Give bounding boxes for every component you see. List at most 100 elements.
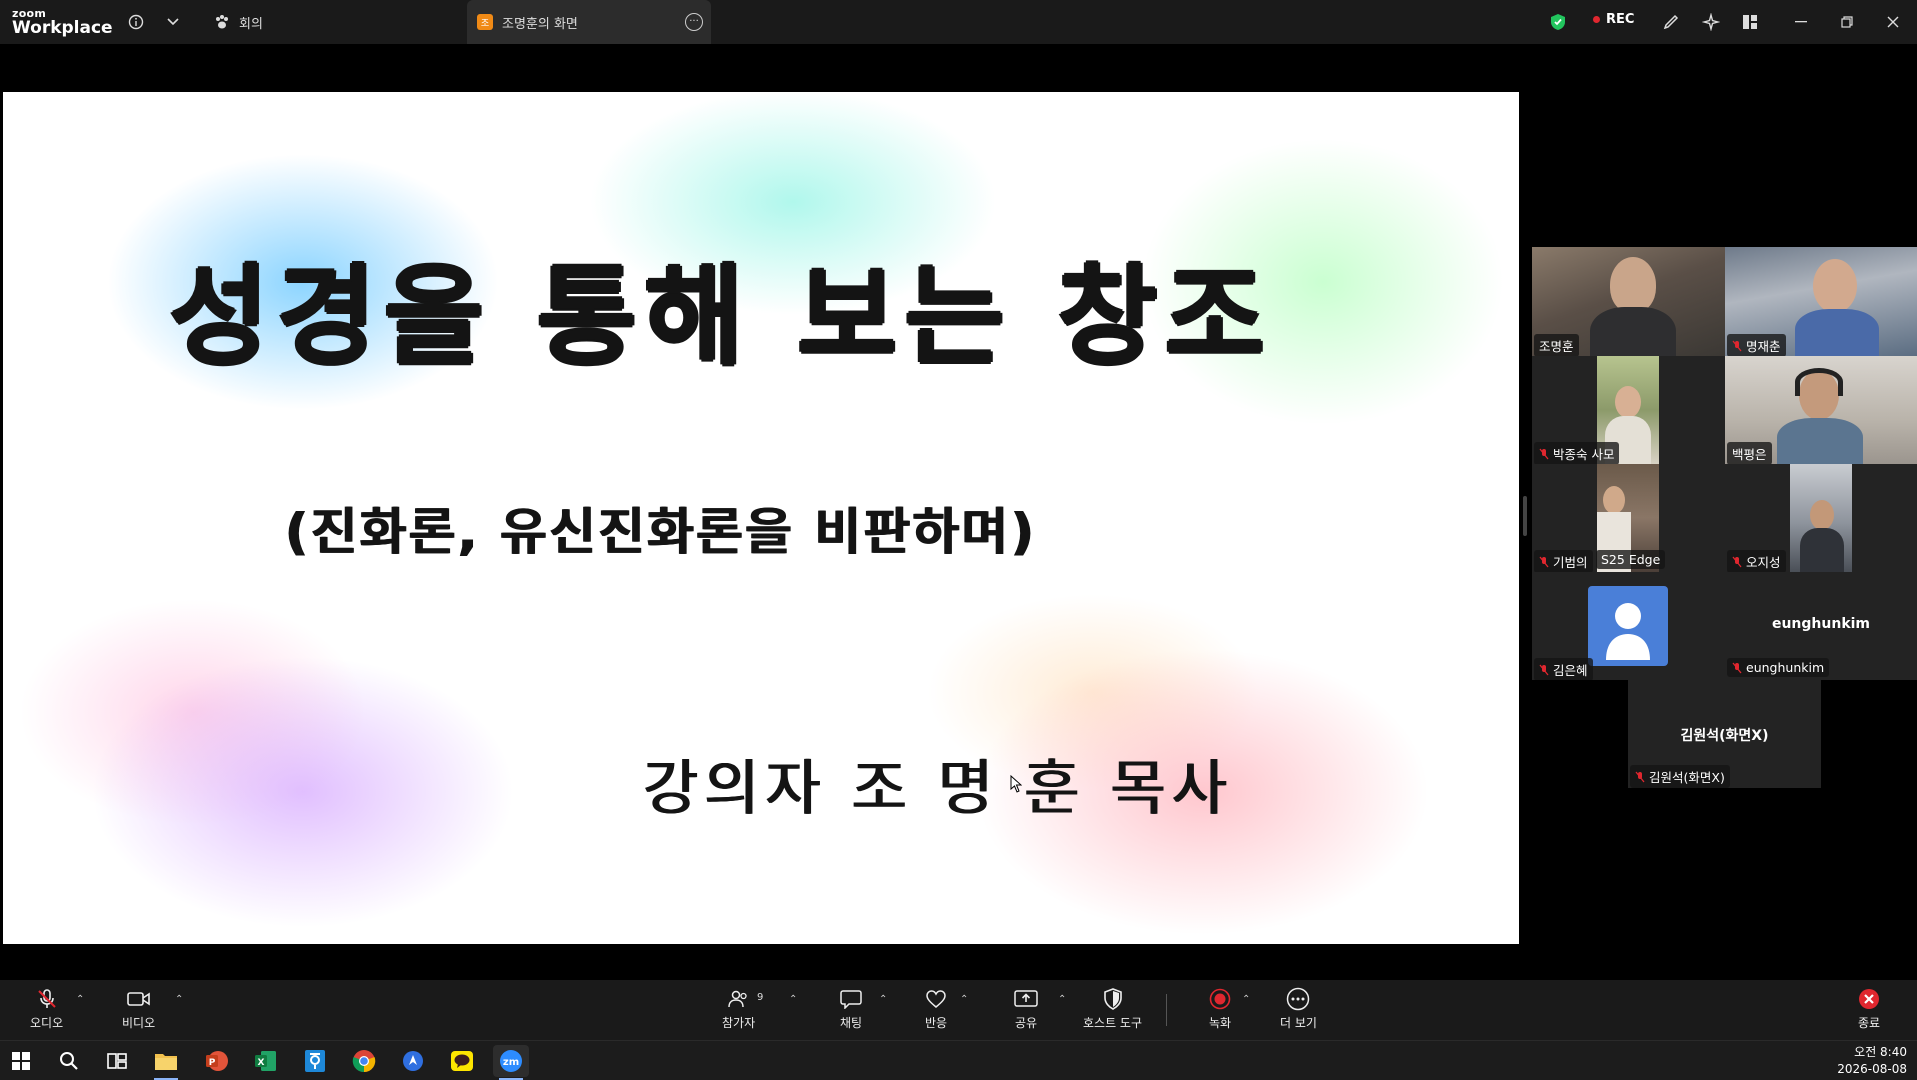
toolbar-divider	[1166, 994, 1167, 1026]
avatar	[1588, 586, 1668, 666]
chevron-down-icon[interactable]	[161, 10, 185, 34]
muted-mic-icon	[1732, 662, 1742, 673]
tab-meeting[interactable]: 회의	[214, 0, 263, 44]
muted-mic-icon	[1539, 556, 1549, 567]
tab-share-label: 조명훈의 화면	[502, 16, 578, 32]
shield-icon	[1103, 988, 1122, 1010]
participant-device-label: S25 Edge	[1596, 550, 1666, 569]
blue-app-icon[interactable]	[395, 1045, 431, 1077]
participant-name-chip: 김은혜	[1534, 658, 1593, 680]
restore-icon[interactable]	[1835, 10, 1859, 34]
video-options-caret-icon[interactable]: ⌃	[175, 994, 183, 1005]
recording-indicator[interactable]: REC	[1593, 12, 1634, 27]
windows-taskbar: P X zm 오전 8:40 2026-08-08	[0, 1040, 1917, 1080]
end-icon	[1859, 989, 1879, 1009]
share-options-caret-icon[interactable]: ⌃	[1058, 994, 1066, 1005]
react-options-caret-icon[interactable]: ⌃	[960, 994, 968, 1005]
participant-tile[interactable]: eunghunkim eunghunkim	[1725, 572, 1917, 680]
participant-tile[interactable]: 백평은	[1725, 356, 1917, 464]
slide-lecturer: 강의자 조 명 훈 목사	[643, 754, 1233, 824]
security-shield-icon[interactable]	[1546, 10, 1570, 34]
windows-start-icon[interactable]	[3, 1045, 39, 1077]
powerpoint-icon[interactable]: P	[198, 1045, 234, 1077]
record-icon	[1209, 988, 1231, 1010]
participant-display-name: 김원석(화면X)	[1680, 728, 1769, 744]
participant-name-chip: eunghunkim	[1727, 658, 1830, 677]
mouse-cursor-icon	[1010, 775, 1022, 793]
share-button[interactable]: 공유	[1012, 986, 1040, 1031]
participants-options-caret-icon[interactable]: ⌃	[789, 994, 797, 1005]
participant-tile[interactable]: 오지성	[1725, 464, 1917, 572]
hangul-word-icon[interactable]	[297, 1045, 333, 1077]
audio-button[interactable]: 오디오	[30, 986, 63, 1031]
search-icon[interactable]	[51, 1045, 87, 1077]
slide-subtitle: (진화론, 유신진화론을 비판하며)	[285, 503, 1037, 561]
file-explorer-icon[interactable]	[148, 1045, 184, 1080]
participants-button[interactable]: 참가자	[722, 986, 755, 1031]
svg-text:X: X	[258, 1058, 265, 1068]
chat-options-caret-icon[interactable]: ⌃	[879, 994, 887, 1005]
share-tab-icon: 조	[477, 14, 493, 30]
chrome-icon[interactable]	[346, 1045, 382, 1077]
participant-name-chip: 백평은	[1727, 442, 1772, 464]
zoom-taskbar-icon[interactable]: zm	[493, 1045, 529, 1080]
end-meeting-button[interactable]: 종료	[1855, 986, 1883, 1031]
video-button[interactable]: 비디오	[122, 986, 155, 1031]
participant-tile[interactable]: 기범의 S25 Edge	[1532, 464, 1725, 572]
muted-mic-icon	[1539, 448, 1549, 459]
chat-button[interactable]: 채팅	[837, 986, 865, 1031]
heart-icon	[926, 990, 946, 1008]
record-options-caret-icon[interactable]: ⌃	[1242, 994, 1250, 1005]
participant-tile[interactable]: 조명훈	[1532, 247, 1725, 356]
info-icon[interactable]	[124, 10, 148, 34]
view-layout-icon[interactable]	[1738, 10, 1762, 34]
react-button[interactable]: 반응	[922, 986, 950, 1031]
tab-screen-share[interactable]: 조 조명훈의 화면 ···	[467, 0, 711, 44]
record-button[interactable]: 녹화	[1206, 986, 1234, 1031]
video-camera-icon	[126, 992, 150, 1006]
participant-tile[interactable]: 김은혜	[1532, 572, 1725, 680]
minimize-icon[interactable]	[1789, 10, 1813, 34]
participant-video	[1790, 464, 1852, 572]
muted-mic-icon	[37, 989, 56, 1008]
clock-time: 오전 8:40	[1854, 1045, 1907, 1059]
more-icon	[1287, 987, 1310, 1011]
muted-mic-icon	[1635, 771, 1645, 782]
participant-display-name: eunghunkim	[1771, 616, 1871, 632]
slide-title: 성경을 통해 보는 창조	[169, 255, 1273, 380]
participant-name-chip: 김원석(화면X)	[1630, 765, 1730, 788]
participant-tile[interactable]: 박종숙 사모	[1532, 356, 1725, 464]
participant-name-chip: 기범의	[1534, 550, 1593, 572]
participant-name-chip: 박종숙 사모	[1534, 442, 1620, 464]
clock-date: 2026-08-08	[1837, 1062, 1907, 1076]
participant-name-chip: 조명훈	[1534, 334, 1579, 356]
participant-tile[interactable]: 김원석(화면X) 김원석(화면X)	[1628, 680, 1821, 788]
meeting-icon	[216, 15, 228, 29]
muted-mic-icon	[1539, 664, 1549, 675]
annotate-icon[interactable]	[1659, 10, 1683, 34]
chat-icon	[840, 990, 862, 1009]
shared-screen[interactable]: 성경을 통해 보는 창조 (진화론, 유신진화론을 비판하며) 강의자 조 명 …	[3, 92, 1519, 944]
participant-count-badge: 9	[757, 992, 764, 1003]
svg-text:P: P	[209, 1058, 216, 1068]
excel-icon[interactable]: X	[247, 1045, 283, 1077]
meeting-toolbar: 오디오 ⌃ 비디오 ⌃ 참가자 9 ⌃ 채팅 ⌃ 반응 ⌃ 공유 ⌃ 호스트 도…	[0, 980, 1917, 1040]
svg-text:zm: zm	[503, 1057, 519, 1068]
share-screen-icon	[1014, 990, 1038, 1007]
more-button[interactable]: 더 보기	[1280, 986, 1317, 1031]
close-icon[interactable]	[1881, 10, 1905, 34]
host-tools-button[interactable]: 호스트 도구	[1083, 986, 1142, 1031]
task-view-icon[interactable]	[99, 1045, 135, 1077]
kakaotalk-icon[interactable]	[444, 1045, 480, 1077]
participant-tile[interactable]: 명재춘	[1725, 247, 1917, 356]
recording-dot-icon	[1593, 16, 1600, 23]
zoom-workplace-logo: zoom Workplace	[12, 7, 113, 38]
participant-name-chip: 명재춘	[1727, 334, 1786, 356]
audio-options-caret-icon[interactable]: ⌃	[76, 994, 84, 1005]
muted-mic-icon	[1732, 340, 1742, 351]
more-options-icon[interactable]: ···	[685, 13, 703, 31]
ai-companion-icon[interactable]	[1699, 10, 1723, 34]
title-bar: zoom Workplace 회의 조 조명훈의 화면 ··· REC	[0, 0, 1917, 44]
system-clock[interactable]: 오전 8:40 2026-08-08	[1837, 1044, 1907, 1078]
panel-resize-handle[interactable]	[1523, 496, 1527, 536]
